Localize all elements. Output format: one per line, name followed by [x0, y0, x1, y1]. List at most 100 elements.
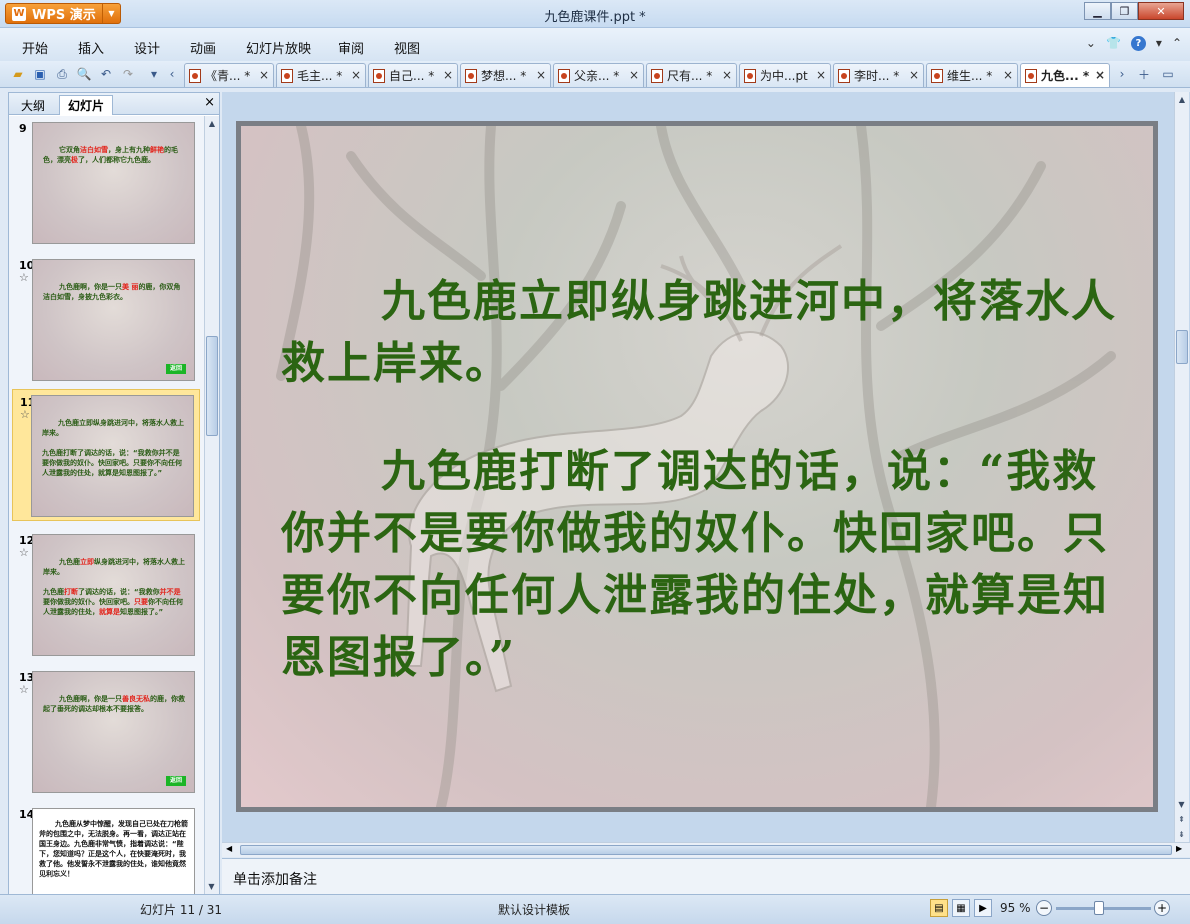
collapse-ribbon-icon[interactable]: ⌃ — [1172, 36, 1182, 51]
slide-thumbnail[interactable]: 九色鹿从梦中惊醒，发现自己已处在刀枪箭斧的包围之中，无法脱身。再一看，调达正站在… — [32, 808, 195, 894]
slide-thumb-item[interactable]: 10 ☆ 九色鹿啊，你是一只美 丽的鹿，你双角洁白如雪，身披九色彩衣。 返回 — [12, 253, 200, 383]
close-tab-icon[interactable]: × — [443, 68, 453, 82]
slide-thumb-text: 九色鹿啊，你是一只美 丽的鹿，你双角洁白如雪，身披九色彩衣。 — [43, 282, 186, 302]
doc-tab[interactable]: 李时... * × — [833, 63, 924, 87]
doc-tab-label: 九色... * — [1041, 69, 1090, 83]
tab-list-icon[interactable]: ▭ — [1160, 66, 1176, 82]
slide-paragraph: 九色鹿打断了调达的话，说：“我救你并不是要你做我的奴仆。快回家吧。只要你不向任何… — [281, 446, 1109, 683]
customize-toolbar-icon[interactable]: ▾ — [146, 66, 162, 82]
slide-thumb-item-selected[interactable]: 11 ☆ 九色鹿立即纵身跳进河中，将落水人救上岸来。 九色鹿打断了调达的话，说：“… — [12, 389, 200, 521]
scroll-left-icon[interactable]: ◀ — [226, 844, 232, 853]
scrollbar-thumb[interactable] — [240, 845, 1172, 855]
next-slide-icon[interactable]: ⇟ — [1175, 827, 1188, 842]
notes-pane[interactable]: 单击添加备注 — [222, 858, 1190, 894]
slides-scrollbar[interactable]: ▲ ▼ — [204, 116, 219, 894]
window-title: 九色鹿课件.ppt * — [544, 10, 646, 25]
save-icon[interactable]: ▣ — [32, 66, 48, 82]
slide-thumbnail[interactable]: 九色鹿啊，你是一只美 丽的鹿，你双角洁白如雪，身披九色彩衣。 返回 — [32, 259, 195, 381]
slide-thumbnail[interactable]: 九色鹿立即纵身跳进河中，将落水人救上岸来。 九色鹿打断了调达的话，说：“我救你并不… — [31, 395, 194, 517]
scrollbar-thumb[interactable] — [206, 336, 218, 436]
tab-scroll-left-icon[interactable]: ‹ — [164, 66, 180, 82]
chevron-down-icon[interactable]: ⌄ — [1086, 36, 1096, 51]
tab-outline[interactable]: 大纲 — [11, 95, 55, 115]
doc-tab-active[interactable]: 九色... * × — [1020, 63, 1110, 87]
undo-icon[interactable]: ↶ — [98, 66, 114, 82]
doc-tab[interactable]: 毛主... * × — [276, 63, 366, 87]
doc-tab[interactable]: 《青... * × — [184, 63, 274, 87]
edit-hscrollbar[interactable]: ◀ ▶ — [222, 842, 1190, 857]
scroll-right-icon[interactable]: ▶ — [1176, 844, 1182, 853]
close-tab-icon[interactable]: × — [1095, 68, 1105, 82]
slide-sorter-view-icon[interactable]: ▦ — [952, 899, 970, 917]
slide-thumb-item[interactable]: 14 九色鹿从梦中惊醒，发现自己已处在刀枪箭斧的包围之中，无法脱身。再一看，调达… — [12, 802, 200, 894]
minimize-button[interactable]: ▁ — [1084, 2, 1111, 20]
close-tab-icon[interactable]: × — [351, 68, 361, 82]
close-tab-icon[interactable]: × — [909, 68, 919, 82]
new-tab-icon[interactable]: ＋ — [1136, 66, 1152, 82]
close-panel-icon[interactable]: × — [204, 95, 215, 110]
doc-tab[interactable]: 梦想... * × — [460, 63, 551, 87]
close-tab-icon[interactable]: × — [816, 68, 826, 82]
close-tab-icon[interactable]: × — [536, 68, 546, 82]
slide-thumbnail[interactable]: 九色鹿立即纵身跳进河中，将落水人救上岸来。 九色鹿打断了调达的话，说：“我救你并不… — [32, 534, 195, 656]
ppt-file-icon — [189, 68, 201, 83]
doc-tab[interactable]: 父亲... * × — [553, 63, 644, 87]
maximize-button[interactable]: ❐ — [1111, 2, 1138, 20]
doc-tab[interactable]: 为中...pt × — [739, 63, 831, 87]
close-tab-icon[interactable]: × — [722, 68, 732, 82]
tab-slides[interactable]: 幻灯片 — [59, 95, 113, 115]
scrollbar-thumb[interactable] — [1176, 330, 1188, 364]
scroll-down-icon[interactable]: ▼ — [1175, 797, 1188, 812]
close-tab-icon[interactable]: × — [259, 68, 269, 82]
menu-home[interactable]: 开始 — [22, 38, 48, 57]
scroll-up-icon[interactable]: ▲ — [1175, 92, 1189, 107]
scroll-down-icon[interactable]: ▼ — [205, 879, 218, 894]
zoom-slider-knob[interactable] — [1094, 901, 1104, 915]
slide-thumb-item[interactable]: 9 它双角洁白如雪，身上有九种鲜艳的毛色，漂亮极了，人们都称它九色鹿。 — [12, 116, 200, 246]
redo-icon[interactable]: ↷ — [120, 66, 136, 82]
doc-tab[interactable]: 自己... * × — [368, 63, 458, 87]
tab-scroll-right-icon[interactable]: › — [1114, 66, 1130, 82]
scroll-up-icon[interactable]: ▲ — [205, 116, 219, 131]
zoom-level: 95 % — [1000, 901, 1031, 915]
close-window-button[interactable]: ✕ — [1138, 2, 1184, 20]
thumb-text-run: 美 丽 — [122, 283, 139, 291]
open-folder-icon[interactable]: ▰ — [10, 66, 26, 82]
normal-view-icon[interactable]: ▤ — [930, 899, 948, 917]
return-badge: 返回 — [166, 776, 186, 786]
menu-insert[interactable]: 插入 — [78, 38, 104, 57]
doc-tab[interactable]: 维生... * × — [926, 63, 1018, 87]
print-preview-icon[interactable]: 🔍 — [76, 66, 92, 82]
menu-animation[interactable]: 动画 — [190, 38, 216, 57]
print-icon[interactable]: ⎙ — [54, 66, 70, 82]
edit-vscrollbar[interactable]: ▲ ▼ ⇞ ⇟ — [1174, 92, 1189, 842]
slideshow-view-icon[interactable]: ▶ — [974, 899, 992, 917]
menu-review[interactable]: 审阅 — [338, 38, 364, 57]
prev-slide-icon[interactable]: ⇞ — [1175, 812, 1188, 827]
menu-view[interactable]: 视图 — [394, 38, 420, 57]
slide-thumbnail[interactable]: 它双角洁白如雪，身上有九种鲜艳的毛色，漂亮极了，人们都称它九色鹿。 — [32, 122, 195, 244]
slide-thumb-item[interactable]: 13 ☆ 九色鹿啊，你是一只善良无私的鹿，你救起了垂死的调达却根本不要报答。 返回 — [12, 665, 200, 795]
menu-slideshow[interactable]: 幻灯片放映 — [246, 38, 311, 57]
skin-icon[interactable]: 👕 — [1106, 36, 1121, 51]
doc-tab-label: 李时... * — [854, 69, 900, 83]
thumb-text-run: 九色鹿 — [59, 558, 80, 566]
slide-counter: 幻灯片 11 / 31 — [140, 903, 223, 917]
doc-tab-label: 为中...pt — [760, 69, 808, 83]
current-slide[interactable]: 九色鹿立即纵身跳进河中，将落水人救上岸来。 九色鹿打断了调达的话，说：“我救你并… — [236, 121, 1158, 812]
title-bar: W WPS 演示 ▼ 九色鹿课件.ppt * ▁ ❐ ✕ — [0, 0, 1190, 28]
zoom-in-icon[interactable]: + — [1154, 900, 1170, 916]
chevron-down-icon[interactable]: ▾ — [1156, 36, 1162, 51]
slide-thumb-item[interactable]: 12 ☆ 九色鹿立即纵身跳进河中，将落水人救上岸来。 九色鹿打断了调达的话，说：“… — [12, 528, 200, 658]
zoom-out-icon[interactable]: − — [1036, 900, 1052, 916]
doc-tab[interactable]: 尺有... * × — [646, 63, 737, 87]
notes-placeholder[interactable]: 单击添加备注 — [233, 869, 317, 889]
close-tab-icon[interactable]: × — [629, 68, 639, 82]
slide-body-text[interactable]: 九色鹿立即纵身跳进河中，将落水人救上岸来。 九色鹿打断了调达的话，说：“我救你并… — [281, 271, 1141, 689]
menu-design[interactable]: 设计 — [134, 38, 160, 57]
slide-thumb-text: 九色鹿啊，你是一只善良无私的鹿，你救起了垂死的调达却根本不要报答。 — [43, 694, 186, 714]
thumb-text-run: 知恩图报了。” — [120, 608, 164, 616]
help-icon[interactable]: ? — [1130, 36, 1146, 51]
slide-thumbnail[interactable]: 九色鹿啊，你是一只善良无私的鹿，你救起了垂死的调达却根本不要报答。返回 — [32, 671, 195, 793]
close-tab-icon[interactable]: × — [1003, 68, 1013, 82]
